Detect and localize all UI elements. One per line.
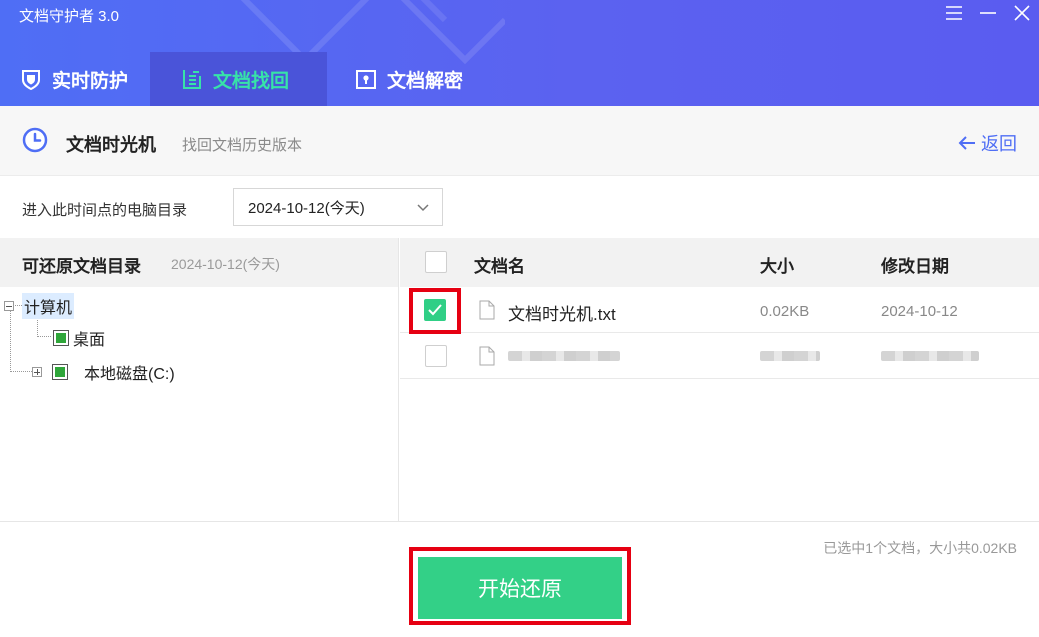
shield-icon — [20, 68, 42, 90]
tree-node-label: 计算机 — [22, 293, 75, 319]
table-header: 文档名 大小 修改日期 — [400, 238, 1039, 287]
column-name: 文档名 — [474, 257, 525, 276]
tree-connector — [10, 310, 11, 370]
clock-icon — [22, 127, 48, 153]
tab-document-decrypt[interactable]: 文档解密 — [327, 52, 485, 106]
tree-checkbox[interactable] — [52, 364, 68, 380]
date-select-dropdown[interactable]: 2024-10-12(今天) — [233, 188, 443, 226]
row-checkbox[interactable] — [425, 345, 447, 367]
close-button[interactable] — [1005, 0, 1039, 26]
main-tabs: 实时防护 文档找回 文档解密 — [0, 52, 485, 106]
blurred-file-modified — [881, 351, 979, 361]
column-modified: 修改日期 — [881, 257, 949, 276]
tree-checkbox[interactable] — [53, 330, 69, 346]
subheader: 文档时光机 找回文档历史版本 返回 — [0, 106, 1039, 176]
tree-connector — [10, 371, 32, 372]
tab-label: 文档解密 — [387, 70, 464, 92]
file-icon — [479, 300, 495, 320]
tree-node-desktop[interactable]: 桌面 — [53, 326, 105, 350]
back-button[interactable]: 返回 — [958, 130, 1017, 156]
menu-button[interactable] — [937, 0, 971, 26]
tree-node-label: 本地磁盘(C:) — [84, 366, 175, 383]
close-icon — [1014, 5, 1030, 21]
file-icon — [479, 346, 495, 366]
app-header: 文档守护者 3.0 实时防护 文档找回 文档解密 — [0, 0, 1039, 106]
select-all-checkbox[interactable] — [425, 251, 447, 273]
file-name: 文档时光机.txt — [508, 305, 616, 324]
expand-icon[interactable] — [32, 367, 42, 377]
date-selector-label: 进入此时间点的电脑目录 — [22, 202, 188, 219]
tree-node-disk-c[interactable]: 本地磁盘(C:) — [32, 360, 175, 384]
app-title: 文档守护者 3.0 — [19, 8, 120, 25]
table-row[interactable] — [400, 333, 1039, 379]
menu-icon — [946, 6, 962, 20]
tab-realtime-protection[interactable]: 实时防护 — [0, 52, 150, 106]
tree-title: 可还原文档目录 — [22, 257, 141, 276]
page-description: 找回文档历史版本 — [182, 137, 303, 154]
highlight-frame — [409, 547, 631, 625]
highlight-frame — [409, 288, 461, 334]
tree-date: 2024-10-12(今天) — [171, 256, 280, 272]
minimize-button[interactable] — [971, 0, 1005, 26]
collapse-icon[interactable] — [4, 301, 14, 311]
blurred-file-name — [508, 351, 620, 361]
page-title: 文档时光机 — [66, 135, 156, 155]
file-size: 0.02KB — [760, 303, 810, 320]
document-table: 文档名 大小 修改日期 文档时光机.txt 0.02KB 2024-10-12 — [400, 238, 1039, 521]
tree-node-computer[interactable]: 计算机 — [4, 293, 75, 319]
back-label: 返回 — [981, 134, 1017, 154]
tree-connector — [37, 336, 51, 337]
file-modified: 2024-10-12 — [881, 303, 958, 320]
document-recover-icon — [181, 68, 203, 90]
tree-node-label: 桌面 — [73, 332, 106, 349]
column-size: 大小 — [760, 257, 794, 276]
chevron-down-icon — [417, 204, 429, 212]
tab-label: 实时防护 — [52, 70, 129, 92]
arrow-left-icon — [958, 136, 975, 150]
blurred-file-size — [760, 351, 820, 361]
window-controls — [937, 0, 1039, 26]
tree-header: 可还原文档目录 2024-10-12(今天) — [0, 238, 398, 287]
minimize-icon — [980, 12, 996, 14]
tab-document-recover[interactable]: 文档找回 — [150, 52, 328, 106]
directory-tree-panel: 可还原文档目录 2024-10-12(今天) 计算机 桌面 本地磁盘(C:) — [0, 238, 399, 521]
table-row[interactable]: 文档时光机.txt 0.02KB 2024-10-12 — [400, 287, 1039, 333]
date-select-value: 2024-10-12(今天) — [248, 199, 365, 217]
selection-status: 已选中1个文档，大小共0.02KB — [823, 540, 1017, 556]
tab-label: 文档找回 — [213, 70, 290, 92]
document-decrypt-icon — [355, 68, 377, 90]
date-selector-row: 进入此时间点的电脑目录 2024-10-12(今天) — [0, 176, 1039, 238]
